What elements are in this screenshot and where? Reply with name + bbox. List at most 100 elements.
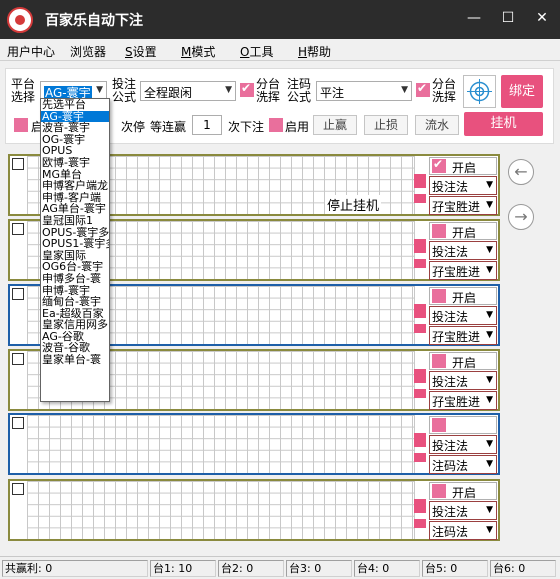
strategy-value: 孖宝胜进 — [432, 395, 481, 409]
platform-option[interactable]: MG单台 — [41, 169, 109, 181]
panel-select-checkbox[interactable] — [12, 158, 24, 170]
strategy-select[interactable]: 注码法 ▼ — [429, 455, 497, 474]
panel-select-checkbox[interactable] — [12, 223, 24, 235]
enable-checkbox[interactable] — [269, 118, 283, 132]
open-toggle[interactable]: 开启 — [429, 482, 497, 500]
platform-dropdown-list[interactable]: 先选平台 AG-寰宇 波音-寰宇 OG-寰宇 OPUS 欧博-寰宇 MG单台 申博客户端龙 申博… — [40, 98, 110, 402]
bet-method-select[interactable]: 投注法 ▼ — [429, 435, 497, 454]
close-button[interactable]: ✕ — [528, 10, 556, 26]
bet-formula-select[interactable]: 全程跟闲 ▼ — [140, 81, 236, 101]
target-icon-button[interactable] — [463, 75, 496, 108]
strategy-select[interactable]: 孖宝胜进 ▼ — [429, 391, 497, 410]
status-table-6: 台6: 0 — [490, 560, 556, 577]
split-wash-label: 分台 洗挥 — [256, 77, 281, 104]
maximize-button[interactable]: ☐ — [494, 10, 522, 26]
stop-loss-button[interactable]: 止损 — [364, 115, 408, 135]
prev-arrow-button[interactable]: ← — [508, 159, 534, 185]
open-checkbox[interactable] — [432, 289, 446, 303]
wait-wins-input[interactable]: 1 — [192, 115, 222, 135]
platform-option[interactable]: 波音-寰宇 — [41, 122, 109, 134]
platform-option[interactable]: 波音-谷歌 — [41, 342, 109, 354]
wait-wins-label: 等连赢 — [150, 120, 187, 134]
chevron-down-icon: ▼ — [486, 310, 493, 320]
platform-option[interactable]: Ea-超级百家 — [41, 308, 109, 320]
hang-button[interactable]: 挂机 — [464, 112, 543, 136]
next-arrow-button[interactable]: → — [508, 204, 534, 230]
marker-icon — [414, 194, 426, 203]
chevron-down-icon: ▼ — [486, 330, 493, 340]
strategy-select[interactable]: 孖宝胜进 ▼ — [429, 196, 497, 215]
panel-select-checkbox[interactable] — [12, 417, 24, 429]
marker-icon — [414, 324, 426, 333]
bet-method-select[interactable]: 投注法 ▼ — [429, 306, 497, 325]
platform-option[interactable]: OPUS1-寰宇多 — [41, 238, 109, 250]
platform-option[interactable]: 先选平台 — [41, 99, 109, 111]
bet-method-value: 投注法 — [432, 245, 469, 259]
menu-mode[interactable]: M模式 — [181, 43, 215, 60]
split-wash-checkbox[interactable] — [240, 81, 254, 97]
status-table-1: 台1: 10 — [150, 560, 216, 577]
menu-tools[interactable]: O工具 — [240, 43, 273, 60]
marker-icon — [414, 369, 426, 383]
platform-option[interactable]: OPUS — [41, 145, 109, 157]
bead-road-grid — [27, 481, 415, 539]
menu-settings[interactable]: S设置 — [125, 43, 157, 60]
open-toggle[interactable]: 开启 — [429, 287, 497, 305]
open-toggle[interactable]: 开启 — [429, 157, 497, 175]
bet-method-select[interactable]: 投注法 ▼ — [429, 241, 497, 260]
bind-button[interactable]: 绑定 — [501, 75, 543, 108]
marker-icon — [414, 304, 426, 318]
platform-option[interactable]: 欧博-寰宇 — [41, 157, 109, 169]
open-label: 开启 — [452, 356, 477, 370]
platform-option[interactable]: 申博客户端龙 — [41, 180, 109, 192]
bet-method-select[interactable]: 投注法 ▼ — [429, 176, 497, 195]
menu-mode-key: M — [181, 45, 192, 59]
panel-select-checkbox[interactable] — [12, 483, 24, 495]
split-wash-b-checkbox[interactable] — [416, 81, 430, 97]
take-profit-button[interactable]: 止赢 — [313, 115, 357, 135]
platform-option[interactable]: OG-寰宇 — [41, 134, 109, 146]
open-toggle[interactable]: 开启 — [429, 222, 497, 240]
chevron-down-icon: ▼ — [486, 395, 493, 405]
bet-method-select[interactable]: 投注法 ▼ — [429, 371, 497, 390]
flow-button[interactable]: 流水 — [415, 115, 459, 135]
platform-option[interactable]: AG-寰宇 — [41, 110, 109, 123]
strategy-select[interactable]: 孖宝胜进 ▼ — [429, 261, 497, 280]
open-checkbox[interactable] — [432, 418, 446, 432]
bet-formula-label: 投注 公式 — [112, 77, 137, 104]
platform-option[interactable]: 申博多台-寰 — [41, 273, 109, 285]
panel-select-checkbox[interactable] — [12, 353, 24, 365]
platform-option[interactable]: 缅甸台-寰宇 — [41, 296, 109, 308]
open-checkbox[interactable] — [432, 157, 446, 173]
minimize-button[interactable]: — — [460, 10, 488, 26]
menu-help-key: H — [298, 45, 308, 59]
platform-option[interactable]: 皇家单台-寰 — [41, 354, 109, 366]
menu-user-center[interactable]: 用户中心 — [7, 43, 55, 60]
open-toggle[interactable] — [429, 416, 497, 434]
bet-method-select[interactable]: 投注法 ▼ — [429, 501, 497, 520]
platform-option[interactable]: OG6台-寰宇 — [41, 261, 109, 273]
platform-option[interactable]: 皇冠国际1 — [41, 215, 109, 227]
strategy-select[interactable]: 注码法 ▼ — [429, 521, 497, 540]
platform-option[interactable]: 皇家国际 — [41, 250, 109, 262]
open-checkbox[interactable] — [432, 484, 446, 498]
open-toggle[interactable]: 开启 — [429, 352, 497, 370]
row2-enable-checkbox[interactable] — [14, 118, 28, 132]
enable-label: 启用 — [285, 120, 310, 134]
platform-option[interactable]: OPUS-寰宇多 — [41, 227, 109, 239]
platform-option[interactable]: AG-谷歌 — [41, 331, 109, 343]
menu-browser[interactable]: 浏览器 — [70, 43, 106, 60]
bet-method-value: 投注法 — [432, 505, 469, 519]
platform-option[interactable]: 申博-寰宇 — [41, 285, 109, 297]
panel-select-checkbox[interactable] — [12, 288, 24, 300]
platform-option[interactable]: AG单台-寰宇 — [41, 203, 109, 215]
platform-option[interactable]: 皇家信用网多 — [41, 319, 109, 331]
bet-method-value: 投注法 — [432, 439, 469, 453]
open-checkbox[interactable] — [432, 224, 446, 238]
platform-label: 平台 选择 — [11, 77, 36, 104]
menu-help[interactable]: H帮助 — [298, 43, 331, 60]
strategy-select[interactable]: 孖宝胜进 ▼ — [429, 326, 497, 345]
open-checkbox[interactable] — [432, 354, 446, 368]
chip-formula-select[interactable]: 平注 ▼ — [316, 81, 412, 101]
platform-option[interactable]: 申博-客户端 — [41, 192, 109, 204]
